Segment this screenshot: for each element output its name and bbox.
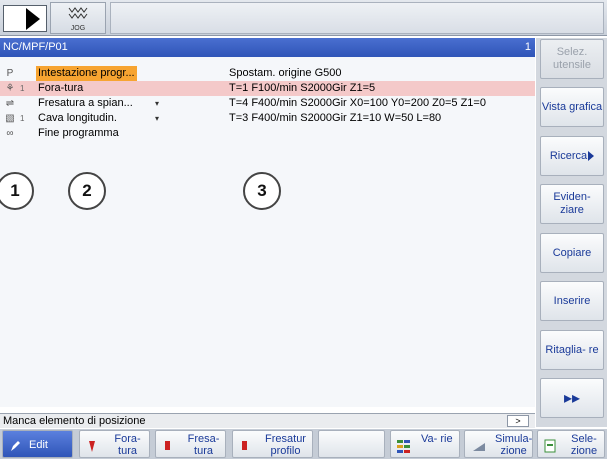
contour-milling-button[interactable]: Fresatur profilo (232, 430, 313, 458)
softkey-label: Vista grafica (541, 100, 603, 113)
status-message: Manca elemento di posizione (3, 415, 146, 427)
insert-button[interactable]: Inserire (540, 281, 604, 321)
selection-list-icon (544, 439, 556, 453)
drill-icon (89, 441, 95, 452)
contour-mill-icon (242, 441, 247, 450)
program-row-params: Spostam. origine G500 (229, 67, 342, 79)
program-row-level: 1 (20, 114, 25, 123)
program-row-header[interactable]: P Intestazione progr... Spostam. origine… (0, 66, 535, 81)
status-line: Manca elemento di posizione > (0, 413, 535, 428)
program-row-params: T=4 F400/min S2000Gir X0=100 Y0=200 Z0=5… (229, 97, 486, 109)
softkey-label: Edit (29, 439, 48, 451)
search-button[interactable]: Ricerca (540, 136, 604, 176)
top-bar-area (110, 2, 604, 34)
softkey-label: Ritaglia- re (545, 343, 599, 356)
softkey-label: Fora- tura (114, 433, 141, 457)
program-row-params: T=1 F100/min S2000Gir Z1=5 (229, 82, 376, 94)
program-end-icon: ∞ (6, 128, 14, 139)
jog-label: JOG (70, 25, 86, 32)
softkey-label: Copiare (552, 246, 592, 259)
softkey-label: Va- rie (421, 433, 453, 445)
softkey-label: Fresa- tura (187, 433, 220, 457)
softkey-label: Inserire (553, 294, 591, 307)
jog-wave-icon (68, 7, 88, 19)
program-row-level: 1 (20, 84, 25, 93)
top-bar: JOG (0, 0, 607, 36)
edit-pencil-icon (11, 441, 20, 451)
program-row-name: Intestazione progr... (36, 66, 137, 81)
program-row-face-milling[interactable]: ⇌ Fresatura a spian... ▾ T=4 F400/min S2… (0, 96, 535, 111)
mill-icon (165, 441, 170, 450)
cut-button[interactable]: Ritaglia- re (540, 330, 604, 370)
more-messages-button[interactable]: > (507, 415, 529, 427)
softkey-label: Ricerca (549, 149, 588, 162)
select-tool-button[interactable]: Selez. utensile (540, 39, 604, 79)
softkey-label: Selez. utensile (553, 46, 591, 71)
program-row-drilling[interactable]: ⚘ 1 Fora-tura T=1 F100/min S2000Gir Z1=5 (0, 81, 535, 96)
program-title-bar: NC/MPF/P01 1 (0, 38, 535, 57)
program-row-slot[interactable]: ▧ 1 Cava longitudin. ▾ T=3 F400/min S200… (0, 111, 535, 126)
double-arrow-icon: ▸▸ (563, 389, 581, 407)
edit-button[interactable]: Edit (2, 430, 73, 458)
slot-icon: ▧ (5, 113, 15, 124)
expand-chevron-icon[interactable]: ▾ (155, 96, 159, 111)
copy-button[interactable]: Copiare (540, 233, 604, 273)
program-header-icon: P (6, 68, 14, 79)
program-row-name: Fora-tura (38, 82, 84, 94)
jog-mode-button[interactable]: JOG (50, 2, 106, 34)
misc-grid-icon (397, 440, 410, 453)
vertical-softkey-bar: Selez. utensile Vista grafica Ricerca Ev… (536, 38, 607, 427)
face-milling-icon: ⇌ (5, 98, 15, 109)
milling-button[interactable]: Fresa- tura (155, 430, 226, 458)
simulation-icon (473, 443, 485, 451)
program-row-name: Fresatura a spian... (38, 97, 133, 109)
misc-button[interactable]: Va- rie (390, 430, 460, 458)
next-page-button[interactable]: ▸▸ (540, 378, 604, 418)
simulation-button[interactable]: Simula- zione (464, 430, 533, 458)
callout-marker-3: 3 (243, 172, 281, 210)
expand-chevron-icon[interactable]: ▾ (155, 111, 159, 126)
softkey-label: Sele- zione (570, 433, 598, 457)
program-block-list[interactable]: P Intestazione progr... Spostam. origine… (0, 57, 535, 407)
callout-marker-2: 2 (68, 172, 106, 210)
submenu-arrow-icon (588, 151, 595, 161)
selection-button[interactable]: Sele- zione (537, 430, 605, 458)
program-row-name: Fine programma (38, 127, 119, 139)
program-row-end[interactable]: ∞ Fine programma (0, 126, 535, 141)
drilling-icon: ⚘ (5, 83, 15, 94)
drilling-button[interactable]: Fora- tura (79, 430, 150, 458)
softkey-label: Simula- zione (495, 433, 533, 457)
horizontal-softkey-bar: Edit Fora- tura Fresa- tura Fresatur pro… (0, 429, 607, 459)
empty-softkey[interactable] (318, 430, 385, 458)
softkey-label: Fresatur profilo (265, 433, 306, 457)
highlight-button[interactable]: Eviden- ziare (540, 184, 604, 224)
softkey-label: Eviden- ziare (553, 191, 591, 216)
program-arrow-icon[interactable] (3, 5, 47, 32)
program-row-name: Cava longitudin. (38, 112, 117, 124)
program-row-params: T=3 F400/min S2000Gir Z1=10 W=50 L=80 (229, 112, 442, 124)
program-path: NC/MPF/P01 (3, 41, 68, 53)
channel-number: 1 (524, 41, 531, 53)
graphic-view-button[interactable]: Vista grafica (540, 87, 604, 127)
